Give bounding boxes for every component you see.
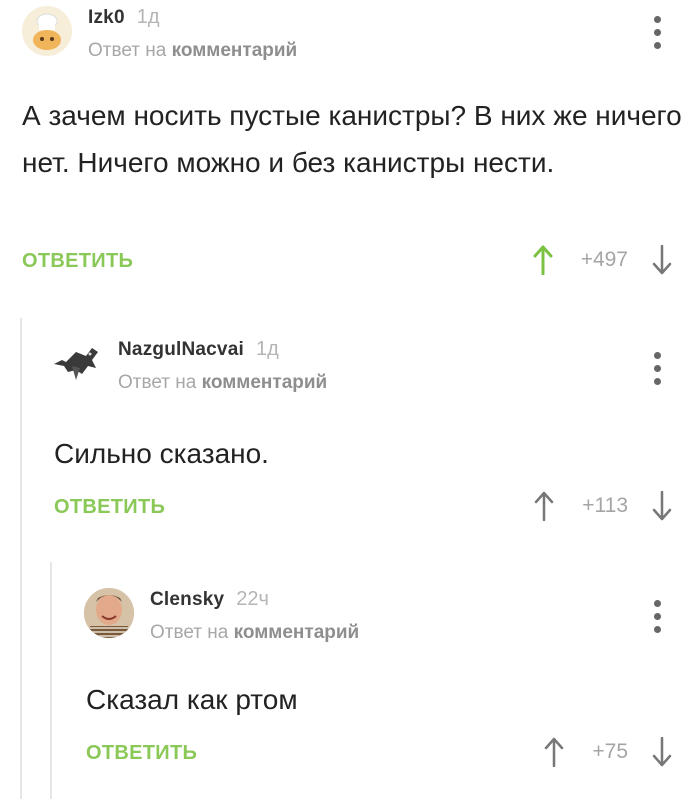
portrait-photo-avatar-icon[interactable] <box>84 588 134 638</box>
comment-header: NazgulNacvai 1д Ответ на комментарий <box>52 338 327 394</box>
upvote-arrow-icon[interactable] <box>532 490 556 522</box>
more-options-icon[interactable] <box>648 600 668 640</box>
reply-to-label: Ответ на комментарий <box>88 40 297 62</box>
comment-header: Clensky 22ч Ответ на комментарий <box>84 588 359 644</box>
reply-to-prefix: Ответ на <box>150 622 229 643</box>
comment-header: Izk0 1д Ответ на комментарий <box>22 6 297 62</box>
comment-time: 1д <box>255 338 279 360</box>
reply-button[interactable]: ОТВЕТИТЬ <box>22 250 133 273</box>
chef-cartoon-avatar-icon[interactable] <box>22 6 72 56</box>
reply-to-label: Ответ на комментарий <box>150 622 359 644</box>
reply-to-prefix: Ответ на <box>118 372 197 393</box>
author-name[interactable]: Clensky <box>150 589 224 611</box>
comment-meta: Clensky 22ч Ответ на комментарий <box>150 588 359 644</box>
downvote-arrow-icon[interactable] <box>650 244 674 276</box>
score: +497 <box>580 248 628 271</box>
comment-text: Сказал как ртом <box>86 684 298 715</box>
more-options-icon[interactable] <box>648 352 668 392</box>
downvote-arrow-icon[interactable] <box>650 736 674 768</box>
vote-controls: +75 <box>542 736 674 768</box>
comment-text: Сильно сказано. <box>54 438 269 469</box>
reply-to-prefix: Ответ на <box>88 40 167 61</box>
downvote-arrow-icon[interactable] <box>650 490 674 522</box>
reply-to-link[interactable]: комментарий <box>202 372 328 393</box>
reply-to-link[interactable]: комментарий <box>234 622 360 643</box>
reply-to-label: Ответ на комментарий <box>118 372 327 394</box>
comment-meta: NazgulNacvai 1д Ответ на комментарий <box>118 338 327 394</box>
comment-time: 1д <box>136 6 160 28</box>
vote-controls: +497 <box>531 244 674 276</box>
comment-meta: Izk0 1д Ответ на комментарий <box>88 6 297 62</box>
score: +113 <box>582 494 628 517</box>
more-options-icon[interactable] <box>648 16 668 56</box>
thread-line <box>50 562 52 799</box>
score: +75 <box>592 740 628 763</box>
upvote-arrow-icon[interactable] <box>531 244 555 276</box>
reply-button[interactable]: ОТВЕТИТЬ <box>86 742 197 765</box>
upvote-arrow-icon[interactable] <box>542 736 566 768</box>
thread-line <box>20 318 22 799</box>
author-name[interactable]: NazgulNacvai <box>118 339 244 361</box>
winged-dragon-avatar-icon[interactable] <box>52 338 102 388</box>
author-name[interactable]: Izk0 <box>88 7 125 29</box>
comment-text: А зачем носить пустые канистры? В них же… <box>22 100 682 178</box>
vote-controls: +113 <box>532 490 674 522</box>
comment-time: 22ч <box>236 588 269 610</box>
reply-to-link[interactable]: комментарий <box>172 40 298 61</box>
reply-button[interactable]: ОТВЕТИТЬ <box>54 496 165 519</box>
